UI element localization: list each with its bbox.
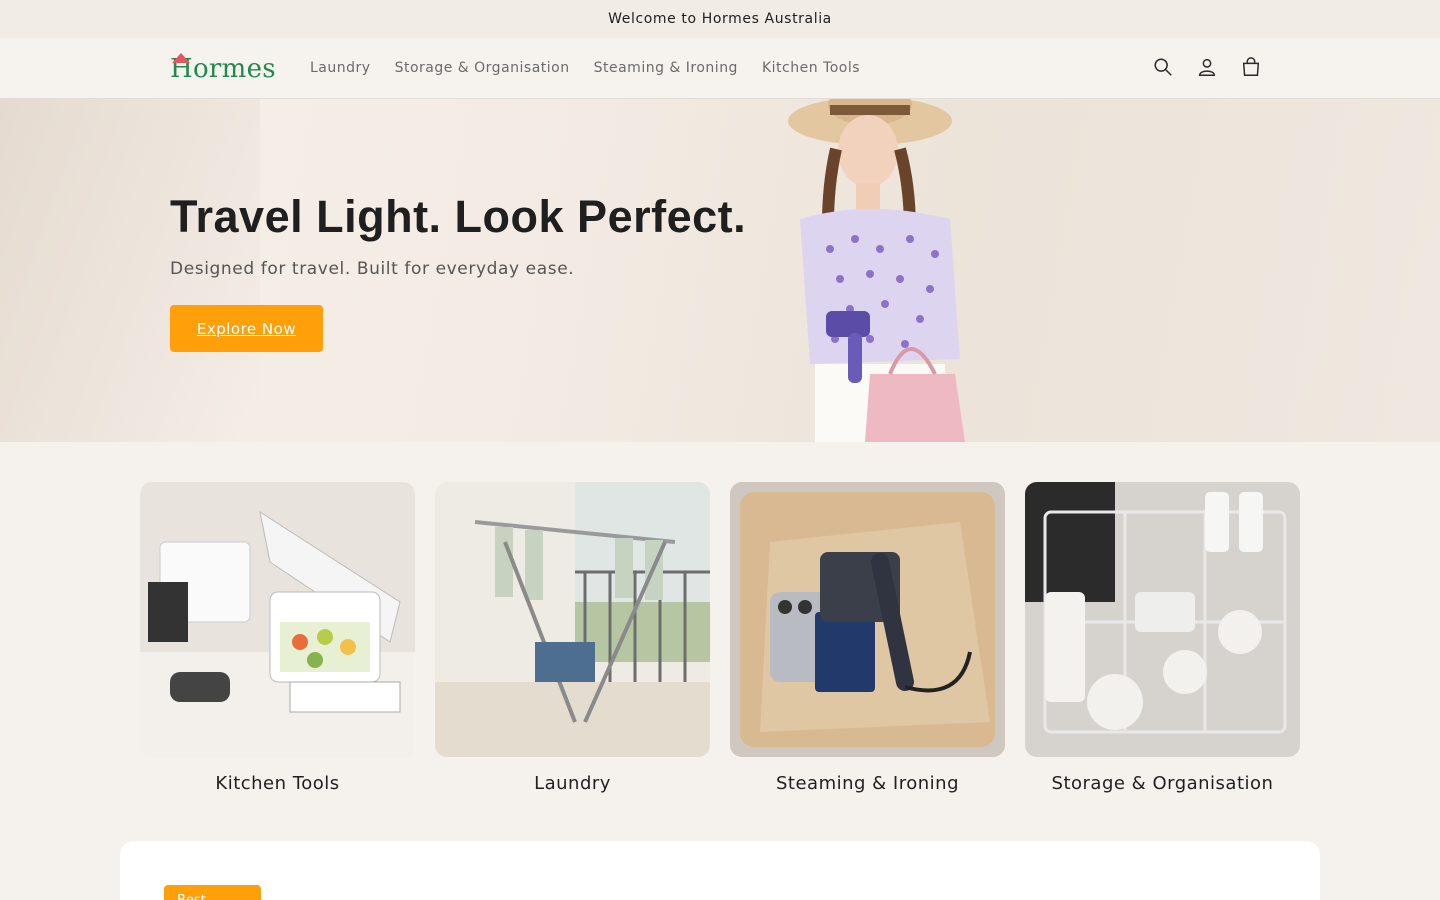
category-label[interactable]: Storage & Organisation [1025,773,1300,794]
category-label[interactable]: Laundry [435,773,710,794]
search-icon[interactable] [1150,54,1176,80]
main-nav: Laundry Storage & Organisation Steaming … [310,38,860,98]
category-label[interactable]: Steaming & Ironing [730,773,1005,794]
nav-item-kitchen[interactable]: Kitchen Tools [762,60,860,76]
hero-subtitle: Designed for travel. Built for everyday … [170,259,575,279]
hero-model-image [788,99,965,442]
category-label[interactable]: Kitchen Tools [140,773,415,794]
hero-banner: Travel Light. Look Perfect. Designed for… [0,99,1440,442]
category-card-laundry[interactable]: Laundry [435,482,710,794]
header-actions [1150,54,1264,80]
hero-title: Travel Light. Look Perfect. [170,191,747,242]
steaming-ironing-image[interactable] [730,482,1005,757]
nav-item-storage[interactable]: Storage & Organisation [395,60,570,76]
category-card-kitchen[interactable]: Kitchen Tools [140,482,415,794]
site-header: Hormes Laundry Storage & Organisation St… [0,38,1440,99]
best-sellers-panel: Best Sellers [120,841,1320,900]
explore-now-button[interactable]: Explore Now [170,305,323,352]
nav-item-laundry[interactable]: Laundry [310,60,371,76]
category-card-steaming[interactable]: Steaming & Ironing [730,482,1005,794]
category-card-storage[interactable]: Storage & Organisation [1025,482,1300,794]
category-grid: Kitchen Tools Laundry Steaming & Ironing… [140,482,1300,802]
account-icon[interactable] [1194,54,1220,80]
announcement-text: Welcome to Hormes Australia [608,11,832,27]
laundry-image[interactable] [435,482,710,757]
logo-roof-icon [172,53,190,63]
storage-organisation-image[interactable] [1025,482,1300,757]
kitchen-tools-image[interactable] [140,482,415,757]
brand-logo[interactable]: Hormes [170,52,276,86]
announcement-bar: Welcome to Hormes Australia [0,0,1440,38]
nav-item-steaming[interactable]: Steaming & Ironing [594,60,738,76]
cart-icon[interactable] [1238,54,1264,80]
best-sellers-badge: Best Sellers [164,885,261,900]
